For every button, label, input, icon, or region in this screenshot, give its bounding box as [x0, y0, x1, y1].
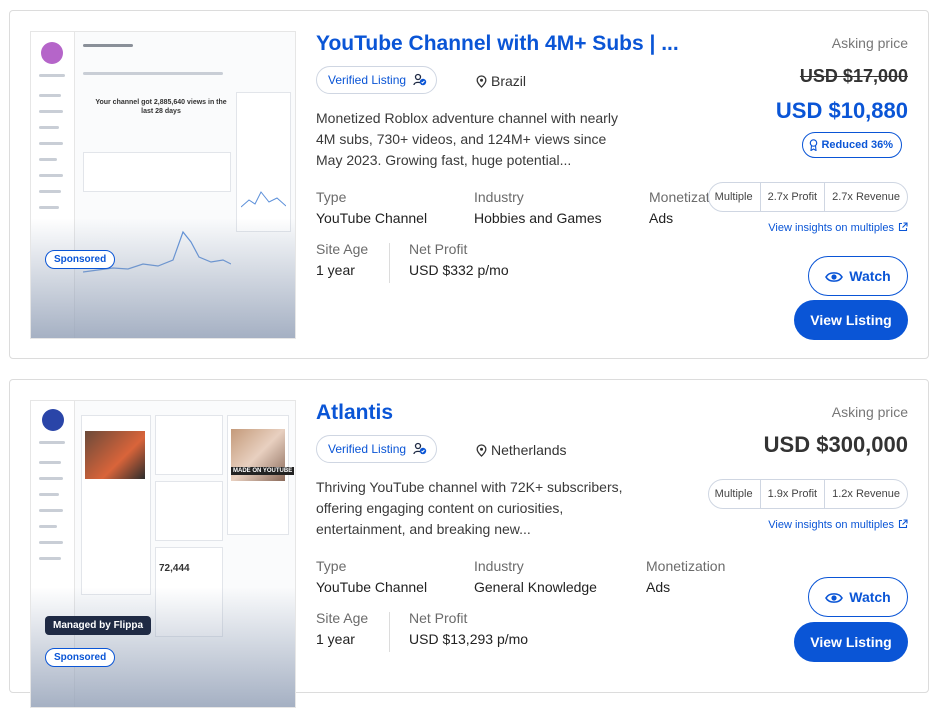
- verified-users-icon: [413, 73, 427, 86]
- insights-link[interactable]: View insights on multiples: [768, 519, 908, 531]
- divider: [389, 243, 390, 283]
- revenue-multiple: 2.7x Revenue: [824, 183, 907, 211]
- location-text: Netherlands: [491, 442, 567, 458]
- listing-description: Thriving YouTube channel with 72K+ subsc…: [316, 479, 623, 537]
- site-age-label: Site Age: [316, 241, 369, 257]
- asking-price: USD $10,880: [775, 98, 908, 123]
- managed-by-flippa-badge: Managed by Flippa: [45, 616, 152, 635]
- eye-icon: [825, 272, 844, 282]
- net-profit-value: USD $332 p/mo: [409, 262, 509, 278]
- listing-thumbnail[interactable]: Your channel got 2,885,640 views in the …: [30, 31, 296, 339]
- thumbnail-stat: 72,444: [159, 563, 190, 574]
- multiple-label: Multiple: [714, 191, 753, 203]
- multiples-bar: Multiple 2.7x Profit 2.7x Revenue: [707, 182, 908, 212]
- asking-price-label: Asking price: [831, 404, 908, 420]
- net-profit-label: Net Profit: [409, 610, 468, 626]
- type-label: Type: [316, 558, 347, 574]
- listing-location: Brazil: [476, 73, 526, 89]
- watch-button[interactable]: Watch: [808, 577, 908, 617]
- net-profit-value: USD $13,293 p/mo: [409, 631, 529, 647]
- original-price: USD $17,000: [799, 66, 908, 86]
- location-pin-icon: [476, 444, 487, 457]
- asking-price: USD $300,000: [763, 432, 908, 457]
- sponsored-badge: Sponsored: [45, 648, 116, 667]
- verified-label: Verified Listing: [328, 73, 407, 87]
- type-label: Type: [316, 189, 347, 205]
- eye-icon: [825, 593, 844, 603]
- industry-value: Hobbies and Games: [474, 210, 602, 226]
- type-value: YouTube Channel: [316, 579, 428, 595]
- thumbnail-heading: Your channel got 2,885,640 views in the …: [95, 99, 227, 115]
- profit-multiple: 1.9x Profit: [759, 480, 825, 508]
- site-age-label: Site Age: [316, 610, 369, 626]
- industry-label: Industry: [474, 558, 524, 574]
- verified-label: Verified Listing: [328, 442, 407, 456]
- net-profit-label: Net Profit: [409, 241, 468, 257]
- asking-price-label: Asking price: [831, 35, 908, 51]
- view-listing-button[interactable]: View Listing: [794, 300, 908, 340]
- site-age-value: 1 year: [316, 262, 355, 278]
- ribbon-icon: [810, 139, 818, 151]
- verified-users-icon: [413, 442, 427, 455]
- sponsored-badge: Sponsored: [45, 250, 116, 269]
- site-age-value: 1 year: [316, 631, 355, 647]
- divider: [389, 612, 390, 652]
- profit-multiple: 2.7x Profit: [759, 183, 825, 211]
- view-listing-button[interactable]: View Listing: [794, 622, 908, 662]
- revenue-multiple: 1.2x Revenue: [824, 480, 907, 508]
- location-pin-icon: [476, 75, 487, 88]
- multiples-bar: Multiple 1.9x Profit 1.2x Revenue: [707, 479, 908, 509]
- multiple-label: Multiple: [714, 488, 753, 500]
- thumbnail-badge: MADE ON YOUTUBE: [231, 467, 295, 475]
- industry-value: General Knowledge: [474, 579, 597, 595]
- reduced-label: Reduced 36%: [821, 139, 893, 151]
- watch-button[interactable]: Watch: [808, 256, 908, 296]
- insights-link-label: View insights on multiples: [768, 222, 894, 234]
- listing-card[interactable]: 72,444 MADE ON YOUTUBE Managed by Flippa…: [9, 379, 929, 708]
- external-link-icon: [898, 222, 908, 232]
- listing-title[interactable]: Atlantis: [316, 401, 393, 425]
- listing-description: Monetized Roblox adventure channel with …: [316, 110, 618, 168]
- insights-link-label: View insights on multiples: [768, 519, 894, 531]
- watch-label: Watch: [849, 268, 891, 284]
- external-link-icon: [898, 519, 908, 529]
- location-text: Brazil: [491, 73, 527, 89]
- monetization-label: Monetization: [646, 558, 726, 574]
- listing-location: Netherlands: [476, 442, 567, 458]
- verified-listing-badge[interactable]: Verified Listing: [316, 435, 438, 463]
- insights-link[interactable]: View insights on multiples: [768, 222, 908, 234]
- watch-label: Watch: [849, 589, 891, 605]
- reduced-badge: Reduced 36%: [802, 132, 902, 158]
- verified-listing-badge[interactable]: Verified Listing: [316, 66, 438, 94]
- type-value: YouTube Channel: [316, 210, 428, 226]
- listing-card[interactable]: Your channel got 2,885,640 views in the …: [9, 10, 929, 359]
- monetization-value: Ads: [649, 210, 674, 226]
- monetization-value: Ads: [646, 579, 671, 595]
- listing-thumbnail[interactable]: 72,444 MADE ON YOUTUBE Managed by Flippa…: [30, 400, 296, 708]
- industry-label: Industry: [474, 189, 524, 205]
- listing-title[interactable]: YouTube Channel with 4M+ Subs | ...: [316, 32, 679, 56]
